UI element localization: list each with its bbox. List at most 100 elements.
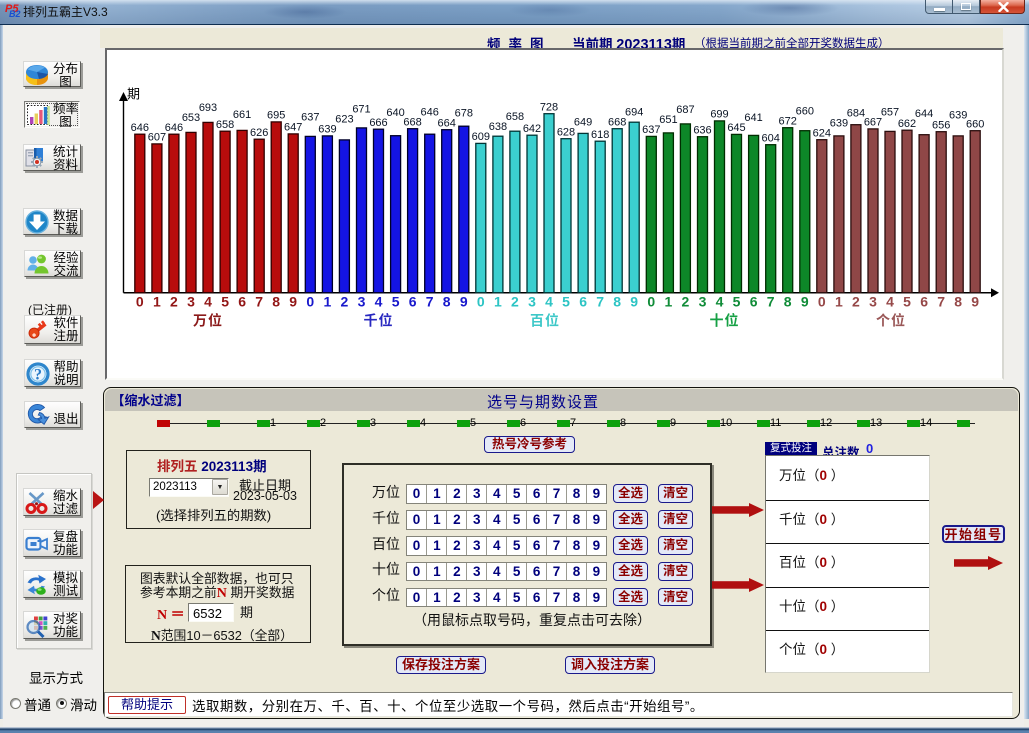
svg-text:?: ?	[34, 367, 42, 384]
svg-text:646: 646	[421, 107, 439, 119]
svg-text:7: 7	[937, 293, 945, 309]
svg-text:638: 638	[489, 121, 507, 133]
svg-text:3: 3	[528, 293, 536, 309]
svg-text:640: 640	[386, 107, 404, 119]
svg-text:645: 645	[727, 122, 745, 134]
svg-text:4: 4	[375, 293, 383, 309]
svg-text:678: 678	[455, 108, 473, 120]
svg-text:5: 5	[733, 293, 741, 309]
svg-text:9: 9	[801, 293, 809, 309]
svg-text:626: 626	[250, 127, 268, 139]
svg-text:728: 728	[540, 102, 558, 114]
svg-text:644: 644	[915, 108, 933, 120]
svg-text:647: 647	[284, 122, 302, 134]
svg-text:8: 8	[613, 293, 621, 309]
svg-text:8: 8	[784, 293, 792, 309]
svg-text:651: 651	[659, 114, 677, 126]
svg-text:694: 694	[625, 107, 643, 119]
svg-text:0: 0	[306, 293, 314, 309]
svg-text:604: 604	[762, 133, 780, 145]
svg-text:668: 668	[403, 117, 421, 129]
svg-text:684: 684	[847, 108, 865, 120]
svg-text:6: 6	[579, 293, 587, 309]
svg-text:2: 2	[170, 293, 178, 309]
svg-text:637: 637	[642, 124, 660, 136]
svg-text:0: 0	[477, 293, 485, 309]
svg-text:658: 658	[506, 111, 524, 123]
svg-text:3: 3	[869, 293, 877, 309]
svg-text:687: 687	[676, 104, 694, 116]
svg-text:658: 658	[216, 119, 234, 131]
svg-text:607: 607	[148, 132, 166, 144]
svg-text:1: 1	[835, 293, 843, 309]
svg-text:8: 8	[272, 293, 280, 309]
svg-text:5: 5	[903, 293, 911, 309]
svg-text:4: 4	[886, 293, 894, 309]
svg-text:2: 2	[341, 293, 349, 309]
svg-text:4: 4	[204, 293, 212, 309]
svg-text:660: 660	[796, 106, 814, 118]
svg-text:637: 637	[301, 112, 319, 124]
svg-text:657: 657	[881, 107, 899, 119]
svg-text:0: 0	[818, 293, 826, 309]
svg-text:639: 639	[318, 124, 336, 136]
svg-text:7: 7	[255, 293, 263, 309]
svg-text:9: 9	[460, 293, 468, 309]
svg-text:639: 639	[830, 118, 848, 130]
svg-text:4: 4	[545, 293, 553, 309]
svg-text:636: 636	[693, 125, 711, 137]
svg-text:2: 2	[682, 293, 690, 309]
svg-text:693: 693	[199, 102, 217, 114]
svg-text:649: 649	[574, 117, 592, 129]
svg-text:百位: 百位	[530, 313, 560, 329]
svg-text:7: 7	[596, 293, 604, 309]
svg-text:1: 1	[494, 293, 502, 309]
svg-text:7: 7	[426, 293, 434, 309]
svg-text:3: 3	[699, 293, 707, 309]
svg-text:623: 623	[335, 114, 353, 126]
svg-text:2: 2	[852, 293, 860, 309]
svg-text:646: 646	[165, 122, 183, 134]
svg-text:667: 667	[864, 117, 882, 129]
svg-text:641: 641	[744, 112, 762, 124]
svg-text:7: 7	[767, 293, 775, 309]
svg-text:十位: 十位	[710, 313, 740, 329]
svg-text:1: 1	[153, 293, 161, 309]
svg-text:5: 5	[562, 293, 570, 309]
svg-text:8: 8	[443, 293, 451, 309]
svg-text:个位: 个位	[876, 313, 906, 329]
svg-text:672: 672	[779, 116, 797, 128]
svg-text:646: 646	[131, 122, 149, 134]
svg-text:千位: 千位	[364, 313, 394, 329]
svg-text:9: 9	[971, 293, 979, 309]
svg-text:5: 5	[392, 293, 400, 309]
svg-text:6: 6	[750, 293, 758, 309]
svg-text:618: 618	[591, 129, 609, 141]
svg-text:1: 1	[665, 293, 673, 309]
svg-text:628: 628	[557, 127, 575, 139]
svg-text:5: 5	[221, 293, 229, 309]
svg-text:624: 624	[813, 128, 831, 140]
svg-text:9: 9	[289, 293, 297, 309]
svg-text:2: 2	[511, 293, 519, 309]
svg-text:4: 4	[716, 293, 724, 309]
svg-text:668: 668	[608, 117, 626, 129]
svg-text:660: 660	[966, 119, 984, 131]
svg-text:8: 8	[954, 293, 962, 309]
svg-text:6: 6	[920, 293, 928, 309]
svg-text:0: 0	[136, 293, 144, 309]
svg-text:671: 671	[352, 104, 370, 116]
svg-text:6: 6	[409, 293, 417, 309]
svg-text:万位: 万位	[193, 313, 223, 329]
svg-text:639: 639	[949, 110, 967, 122]
svg-text:699: 699	[710, 109, 728, 121]
svg-text:1: 1	[324, 293, 332, 309]
svg-text:695: 695	[267, 110, 285, 122]
svg-text:3: 3	[187, 293, 195, 309]
svg-text:609: 609	[472, 131, 490, 143]
svg-text:期: 期	[127, 87, 140, 102]
svg-text:9: 9	[630, 293, 638, 309]
svg-text:6: 6	[238, 293, 246, 309]
svg-text:3: 3	[358, 293, 366, 309]
svg-text:642: 642	[523, 123, 541, 135]
